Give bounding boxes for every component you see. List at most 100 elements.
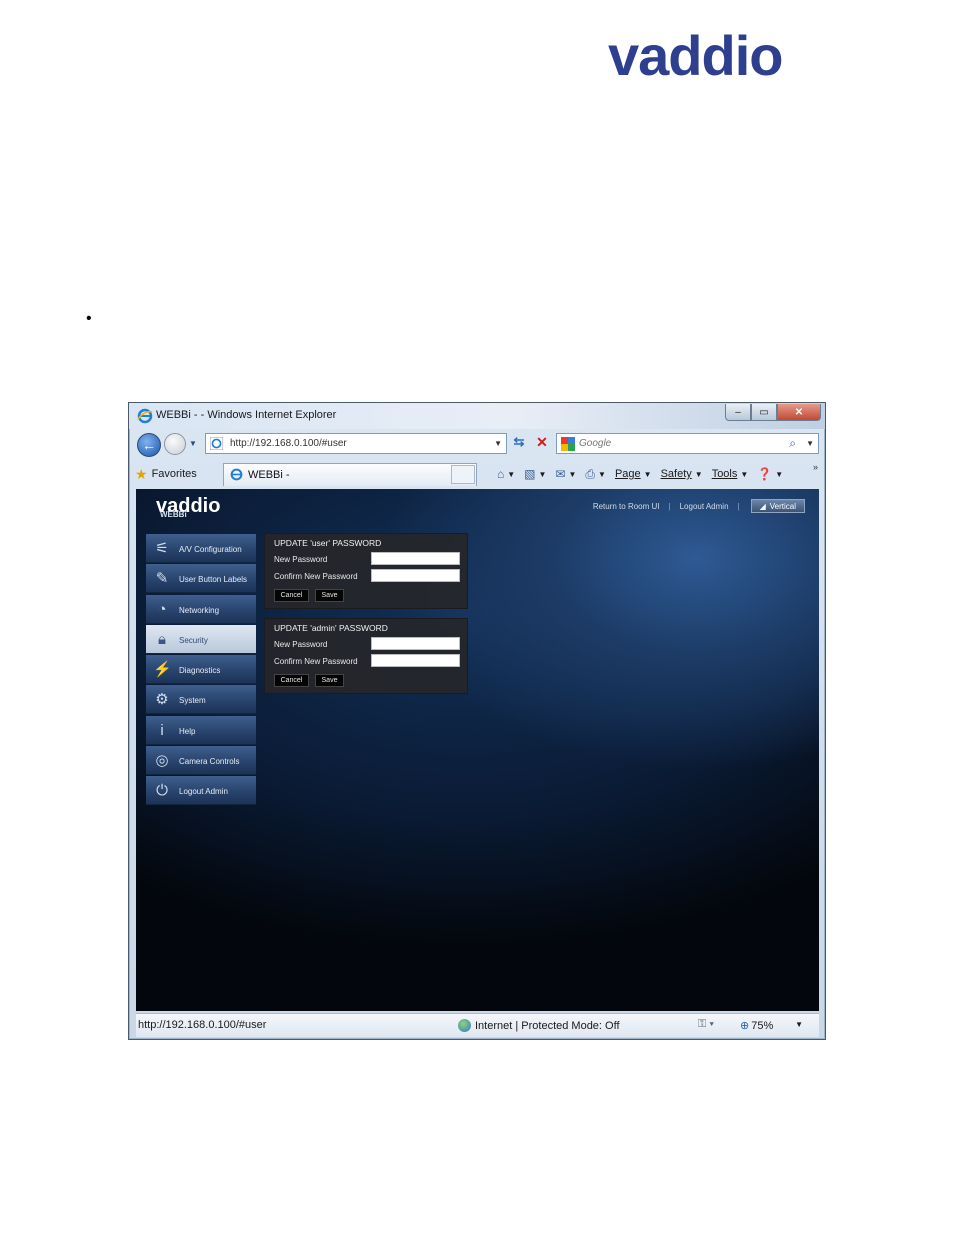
- feeds-button[interactable]: ▧ ▼: [524, 467, 546, 481]
- restore-button[interactable]: ▭: [751, 404, 777, 421]
- page-favicon-icon: [210, 437, 223, 450]
- user-confirm-password-field[interactable]: [371, 569, 460, 582]
- vertical-label: Vertical: [769, 501, 796, 511]
- admin-confirm-password-row: Confirm New Password: [274, 654, 460, 668]
- globe-icon: [458, 1019, 471, 1032]
- print-button[interactable]: ⎙ ▼: [585, 467, 606, 482]
- address-dropdown-icon[interactable]: ▼: [494, 439, 502, 448]
- user-confirm-password-label: Confirm New Password: [274, 572, 358, 581]
- print-dropdown-icon: ▼: [598, 469, 606, 479]
- admin-panel-title: UPDATE 'admin' PASSWORD: [274, 623, 388, 633]
- new-tab-button[interactable]: [451, 465, 475, 484]
- admin-cancel-button[interactable]: Cancel: [274, 674, 309, 687]
- user-password-panel: UPDATE 'user' PASSWORD New Password Conf…: [264, 533, 468, 609]
- sidebar-item-label: A/V Configuration: [179, 545, 242, 554]
- page-menu[interactable]: Page ▼: [615, 468, 652, 480]
- minimize-icon: –: [735, 406, 741, 418]
- command-tools: ⌂ ▼ ▧ ▼ ✉ ▼ ⎙ ▼ Page ▼ Safety ▼ Tools ▼ ❓ ▼: [497, 464, 792, 484]
- close-button[interactable]: ✕: [777, 404, 821, 421]
- stop-button[interactable]: ✕: [532, 434, 552, 454]
- pencil-icon: ✎: [155, 570, 169, 588]
- zoom-control[interactable]: ⊕ 75%: [740, 1019, 773, 1033]
- user-new-password-field[interactable]: [371, 552, 460, 565]
- user-save-button[interactable]: Save: [315, 589, 344, 602]
- sidebar-item-help[interactable]: i Help: [146, 715, 256, 745]
- minimize-button[interactable]: –: [725, 404, 751, 421]
- sidebar-item-diagnostics[interactable]: ⚡ Diagnostics: [146, 655, 256, 685]
- sidebar-item-label: Camera Controls: [179, 757, 240, 767]
- chevron-more-icon[interactable]: »: [813, 462, 818, 472]
- zoom-dropdown-icon[interactable]: ▼: [795, 1020, 803, 1029]
- vertical-button[interactable]: ◢ Vertical: [750, 499, 805, 513]
- sidebar-item-camera-controls[interactable]: ◎ Camera Controls: [146, 746, 256, 776]
- page-menu-label: Page: [614, 468, 641, 480]
- logout-admin-link[interactable]: Logout Admin: [680, 502, 729, 511]
- home-button[interactable]: ⌂ ▼: [497, 467, 515, 481]
- separator: |: [668, 501, 671, 511]
- rss-icon: ▧: [524, 467, 536, 481]
- sidebar-item-networking[interactable]: ◔ Networking: [146, 594, 256, 624]
- search-icon[interactable]: ⌕: [789, 436, 796, 451]
- return-to-room-link[interactable]: Return to Room UI: [593, 502, 660, 511]
- refresh-button[interactable]: ⇆: [509, 434, 529, 454]
- sidebar-item-system[interactable]: ⚙ System: [146, 685, 256, 715]
- user-cancel-button[interactable]: Cancel: [274, 589, 309, 602]
- gear-icon: ⚙: [155, 691, 169, 709]
- user-new-password-row: New Password: [274, 552, 460, 566]
- lock-icon: 🔒︎: [158, 630, 166, 648]
- safety-dropdown-icon: ▼: [694, 469, 703, 479]
- printer-icon: ⎙: [585, 466, 596, 481]
- admin-confirm-password-label: Confirm New Password: [274, 657, 358, 666]
- sidebar-item-av-configuration[interactable]: ⚟ A/V Configuration: [146, 534, 256, 563]
- address-field[interactable]: http://192.168.0.100/#user ▼: [205, 433, 507, 454]
- page-dropdown-icon: ▼: [643, 469, 652, 479]
- ie-logo-icon: [137, 408, 153, 424]
- zone-label: Internet | Protected Mode: Off: [475, 1019, 620, 1032]
- browser-window: WEBBi - - Windows Internet Explorer – ▭ …: [128, 402, 826, 1040]
- admin-save-button[interactable]: Save: [315, 674, 344, 687]
- separator: |: [737, 501, 740, 511]
- browser-tab[interactable]: WEBBi -: [223, 463, 477, 486]
- home-icon: ⌂: [497, 467, 505, 481]
- sidebar-item-user-button-labels[interactable]: ✎ User Button Labels: [146, 564, 256, 594]
- security-zone[interactable]: Internet | Protected Mode: Off: [458, 1019, 620, 1032]
- help-dropdown-icon: ▼: [775, 469, 784, 479]
- close-icon: ✕: [794, 406, 804, 418]
- search-placeholder: Google: [579, 438, 612, 449]
- admin-confirm-password-field[interactable]: [371, 654, 460, 667]
- admin-password-panel: UPDATE 'admin' PASSWORD New Password Con…: [264, 618, 468, 694]
- favorites-button[interactable]: ★ Favorites: [135, 464, 197, 484]
- search-dropdown-icon[interactable]: ▼: [806, 439, 814, 448]
- back-button[interactable]: ←: [137, 433, 161, 457]
- sidebar-item-security[interactable]: 🔒︎ Security: [146, 624, 256, 654]
- protected-mode-icon[interactable]: ⚿ ▾: [698, 1018, 714, 1031]
- help-icon: ❓: [757, 467, 773, 481]
- vertical-icon: ◢: [759, 501, 766, 511]
- user-new-password-label: New Password: [274, 555, 328, 564]
- admin-new-password-row: New Password: [274, 637, 460, 651]
- mail-dropdown-icon: ▼: [568, 469, 577, 479]
- sidebar-item-label: Help: [179, 726, 196, 736]
- address-url: http://192.168.0.100/#user: [230, 438, 347, 449]
- sidebar-item-label: Security: [179, 635, 208, 645]
- vaddio-logo-text: vaddio: [608, 30, 782, 86]
- tools-dropdown-icon: ▼: [740, 469, 749, 479]
- back-arrow-icon: ←: [142, 437, 156, 453]
- help-menu[interactable]: ❓ ▼: [757, 467, 783, 481]
- sidebar-item-label: Diagnostics: [179, 666, 221, 676]
- tools-menu[interactable]: Tools ▼: [712, 468, 749, 480]
- safety-menu[interactable]: Safety ▼: [661, 468, 703, 480]
- network-icon: ◔: [157, 600, 167, 618]
- history-dropdown-icon[interactable]: ▼: [189, 439, 197, 448]
- mail-button[interactable]: ✉ ▼: [555, 467, 576, 481]
- sidebar-item-label: User Button Labels: [179, 575, 248, 585]
- admin-new-password-field[interactable]: [371, 637, 460, 650]
- sidebar-item-label: System: [179, 696, 206, 706]
- tools-menu-label: Tools: [711, 468, 738, 480]
- sidebar-nav: ⚟ A/V Configuration ✎ User Button Labels…: [146, 534, 256, 807]
- forward-button[interactable]: [164, 433, 186, 455]
- search-field[interactable]: Google ⌕ ▼: [556, 433, 819, 454]
- sidebar-item-logout-admin[interactable]: ⏻ Logout Admin: [146, 776, 256, 806]
- web-content: vaddio WEBBi Return to Room UI | Logout …: [136, 489, 819, 1011]
- feeds-dropdown-icon: ▼: [538, 469, 547, 479]
